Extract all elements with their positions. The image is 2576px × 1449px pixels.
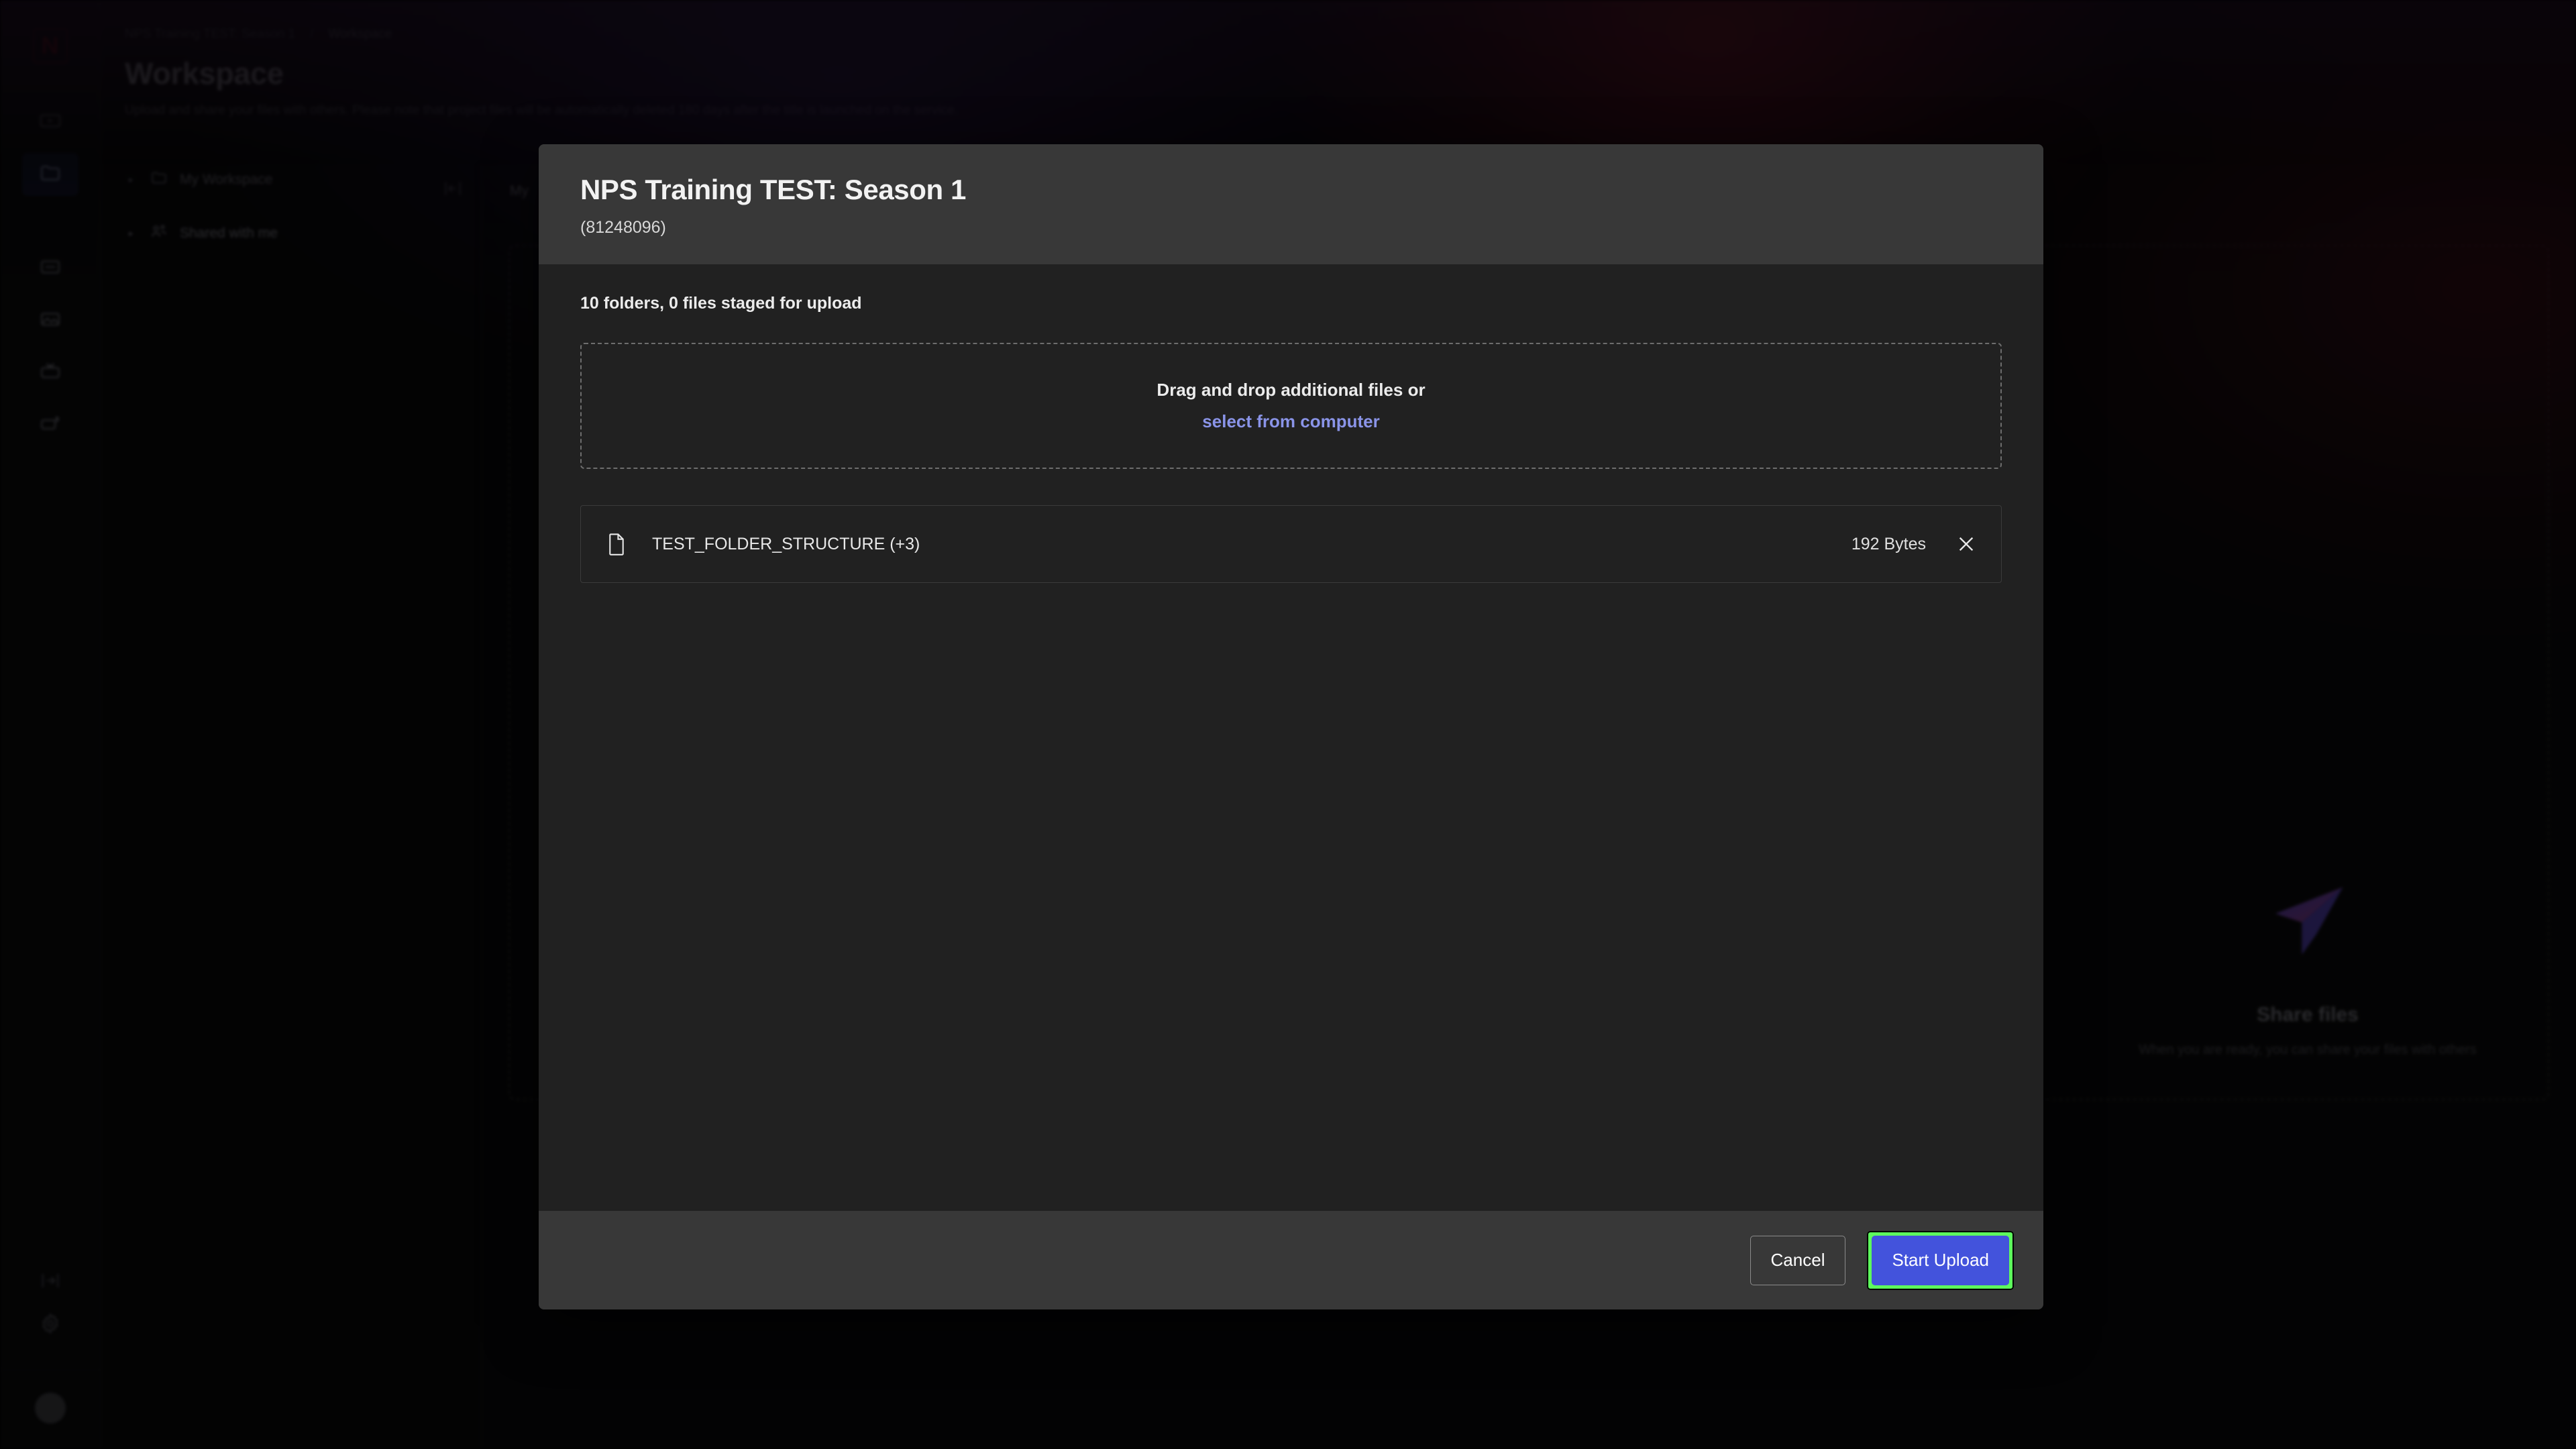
modal-body: 10 folders, 0 files staged for upload Dr… xyxy=(539,264,2043,1211)
modal-footer: Cancel Start Upload xyxy=(539,1211,2043,1309)
table-row: TEST_FOLDER_STRUCTURE (+3) 192 Bytes xyxy=(580,505,2002,583)
staged-summary: 10 folders, 0 files staged for upload xyxy=(580,294,862,313)
file-name: TEST_FOLDER_STRUCTURE (+3) xyxy=(652,534,920,553)
cancel-button[interactable]: Cancel xyxy=(1750,1235,1846,1285)
upload-modal: NPS Training TEST: Season 1 (81248096) 1… xyxy=(539,144,2043,1309)
start-upload-button[interactable]: Start Upload xyxy=(1872,1235,2009,1285)
modal-header: NPS Training TEST: Season 1 (81248096) xyxy=(539,144,2043,264)
staged-file-list: TEST_FOLDER_STRUCTURE (+3) 192 Bytes xyxy=(580,505,2002,583)
modal-title: NPS Training TEST: Season 1 xyxy=(580,174,967,205)
file-icon xyxy=(606,533,627,555)
file-size: 192 Bytes xyxy=(1851,534,1926,553)
start-upload-highlight: Start Upload xyxy=(1867,1230,2014,1290)
modal-dropzone[interactable]: Drag and drop additional files or select… xyxy=(580,343,2002,469)
modal-subtitle: (81248096) xyxy=(580,218,666,237)
select-from-computer-link[interactable]: select from computer xyxy=(1202,411,1379,432)
close-icon[interactable] xyxy=(1955,533,1977,555)
dropzone-text: Drag and drop additional files or xyxy=(1157,380,1426,400)
